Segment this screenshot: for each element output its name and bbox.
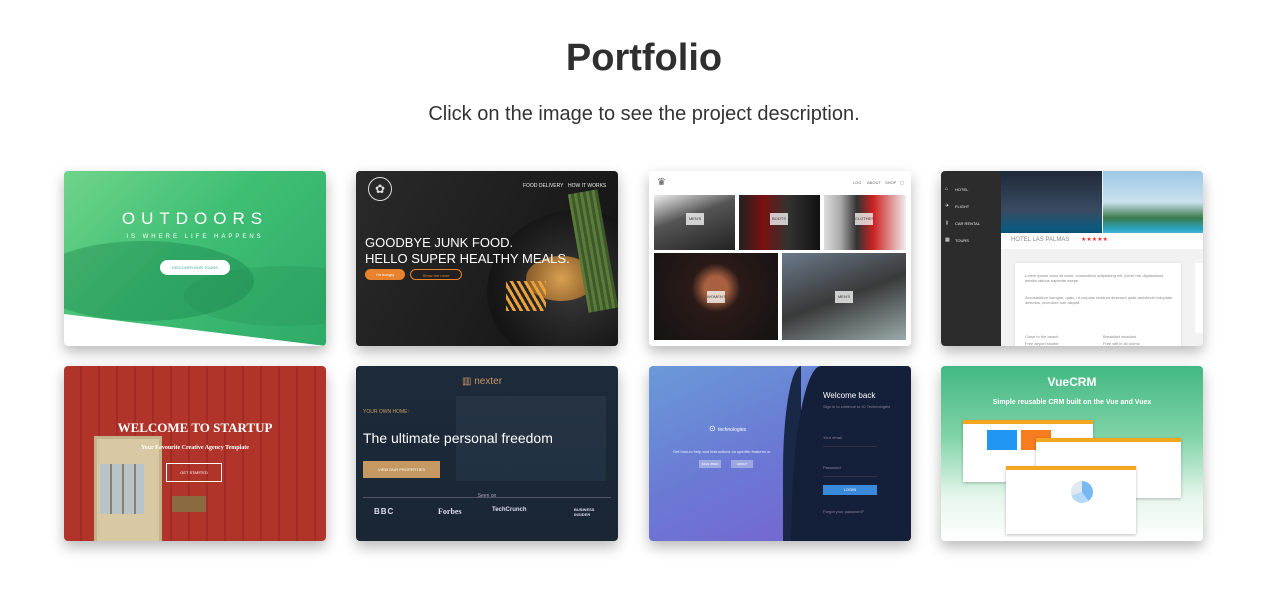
portfolio-item-photo-gallery[interactable]: ♛ LOG ABOUT SHOP ▢ MEN'S BOOTS CLOTHES W… xyxy=(649,171,911,346)
brand-logo-bbc: BBC xyxy=(374,507,395,516)
nexter-logo-text: nexter xyxy=(474,376,503,387)
password-label: Password xyxy=(823,465,841,470)
nexter-logo: ▥ nexter xyxy=(462,376,502,387)
hotel-list-item: Breakfast included xyxy=(1103,334,1136,339)
sidebar-item-flight: FLIGHT xyxy=(955,204,970,209)
small-button: ABOUT xyxy=(731,460,753,468)
portfolio-item-outdoors[interactable]: OUTDOORS IS WHERE LIFE HAPPENS DISCOVER … xyxy=(64,171,326,346)
nexter-heading: The ultimate personal freedom xyxy=(363,430,553,446)
mailbox-image xyxy=(172,496,206,512)
page-subtitle: Click on the image to see the project de… xyxy=(428,103,860,125)
food-heading-line2: HELLO SUPER HEALTHY MEALS. xyxy=(365,251,570,266)
star-rating: ★★★★★ xyxy=(1081,237,1108,243)
portfolio-item-startup[interactable]: WELCOME TO STARTUP Your Favourite Creati… xyxy=(64,366,326,541)
sidebar-item-car-rental: CAR RENTAL xyxy=(955,221,981,226)
hotel-list-item: Close to the beach xyxy=(1025,334,1059,339)
crown-icon: ♛ xyxy=(657,177,666,188)
photo-label: CLOTHES xyxy=(855,213,874,225)
sidebar xyxy=(941,171,1001,346)
welcome-heading: Welcome back xyxy=(823,391,876,400)
password-field-line xyxy=(823,476,877,477)
outdoors-heading: OUTDOORS xyxy=(121,209,269,228)
sidebar-item-tours: TOURS xyxy=(955,238,969,243)
discover-tours-button: DISCOVER OUR TOURS xyxy=(160,260,230,275)
get-started-button: GET STARTED xyxy=(166,463,222,482)
fries-image xyxy=(506,281,546,311)
portfolio-item-vuecrm[interactable]: VueCRM Simple reusable CRM built on the … xyxy=(941,366,1203,541)
startup-heading: WELCOME TO STARTUP xyxy=(117,420,273,435)
vuecrm-heading: VueCRM xyxy=(1047,375,1097,389)
signin-subtext: Sign in to continue to IO Technologies xyxy=(823,404,891,409)
nav-item: FOOD DELIVERY xyxy=(523,183,564,189)
hungry-button: I'm hungry xyxy=(365,269,405,280)
skew-divider xyxy=(64,314,326,346)
sidebar-item-hotel: HOTEL xyxy=(955,187,969,192)
nav-item: HOW IT WORKS xyxy=(568,183,607,189)
technologies-logo: ⊙ technologies xyxy=(709,424,746,433)
nav-item: SHOP xyxy=(885,180,897,185)
small-button: SIGN OPEN xyxy=(699,460,721,468)
show-more-button: Show me more xyxy=(410,269,462,280)
plane-icon: ✈ xyxy=(945,203,950,209)
nav-item: LOG xyxy=(853,180,862,185)
home-icon: ⌂ xyxy=(945,186,949,192)
photo-label: WOMEN'S xyxy=(707,291,726,303)
food-heading-line1: GOODBYE JUNK FOOD. xyxy=(365,235,514,250)
portfolio-item-nexter[interactable]: ▥ nexter YOUR OWN HOME: The ultimate per… xyxy=(356,366,618,541)
window-header xyxy=(1036,438,1181,442)
nexter-logo-icon: ▥ xyxy=(462,376,475,387)
pie-chart-thumbnail xyxy=(1071,481,1093,503)
nav-item: ABOUT xyxy=(867,180,881,185)
brand-logo-techcrunch: TechCrunch xyxy=(492,507,527,513)
seen-on-label: Seen on xyxy=(477,493,497,499)
hotel-side-box xyxy=(1195,263,1203,333)
screenshot-window xyxy=(1006,466,1136,534)
vuecrm-tagline: Simple reusable CRM built on the Vue and… xyxy=(992,399,1152,406)
cart-icon: ▢ xyxy=(900,180,904,185)
outdoors-tagline: IS WHERE LIFE HAPPENS xyxy=(126,234,264,240)
hotel-text: Accusantium cumque, quas, ut corporis in… xyxy=(1025,295,1173,305)
stat-card xyxy=(987,430,1017,450)
technologies-logo-text: technologies xyxy=(717,427,747,433)
hotel-name: HOTEL LAS PALMAS xyxy=(1011,237,1070,243)
logo-icon: ✿ xyxy=(368,177,392,201)
view-properties-button: VIEW OUR PROPERTIES xyxy=(363,461,440,478)
photo-label: MEN'S xyxy=(835,291,853,303)
forgot-password-link: Forgot your password? xyxy=(823,509,864,514)
email-label: Your email xyxy=(823,435,842,440)
portfolio-item-food[interactable]: ✿ FOOD DELIVERY HOW IT WORKS GOODBYE JUN… xyxy=(356,171,618,346)
window-header xyxy=(963,420,1093,424)
key-icon: ⚷ xyxy=(945,220,949,226)
hotel-text: Lorem ipsum dolor sit amet, consectetur … xyxy=(1025,273,1164,283)
login-button: LOGIN xyxy=(823,485,877,495)
photo-label: BOOTS xyxy=(770,213,788,225)
brand-logo-business-insider: BUSINESS INSIDER xyxy=(574,507,595,517)
nexter-kicker: YOUR OWN HOME: xyxy=(363,409,409,415)
map-icon: ▦ xyxy=(945,237,950,243)
startup-tagline: Your Favourite Creative Agency Template xyxy=(141,445,249,451)
portfolio-item-login[interactable]: ⊙ technologies Get how-to help and instr… xyxy=(649,366,911,541)
hotel-list-item: Free airport shuttle xyxy=(1025,341,1059,346)
io-icon: ⊙ xyxy=(709,424,718,433)
hotel-list-item: Free wifi in all rooms xyxy=(1103,341,1140,346)
photo-label: MEN'S xyxy=(686,213,704,225)
door-window xyxy=(100,464,144,514)
portfolio-item-hotel[interactable]: ⌂ HOTEL ✈ FLIGHT ⚷ CAR RENTAL ▦ TOURS HO… xyxy=(941,171,1203,346)
window-header xyxy=(1006,466,1136,470)
brand-logo-forbes: Forbes xyxy=(438,507,462,516)
food-heading: GOODBYE JUNK FOOD. HELLO SUPER HEALTHY M… xyxy=(365,235,570,267)
login-tagline: Get how-to help and instructions on spec… xyxy=(673,449,771,454)
email-field-line xyxy=(823,446,877,447)
page-title: Portfolio xyxy=(565,37,723,79)
